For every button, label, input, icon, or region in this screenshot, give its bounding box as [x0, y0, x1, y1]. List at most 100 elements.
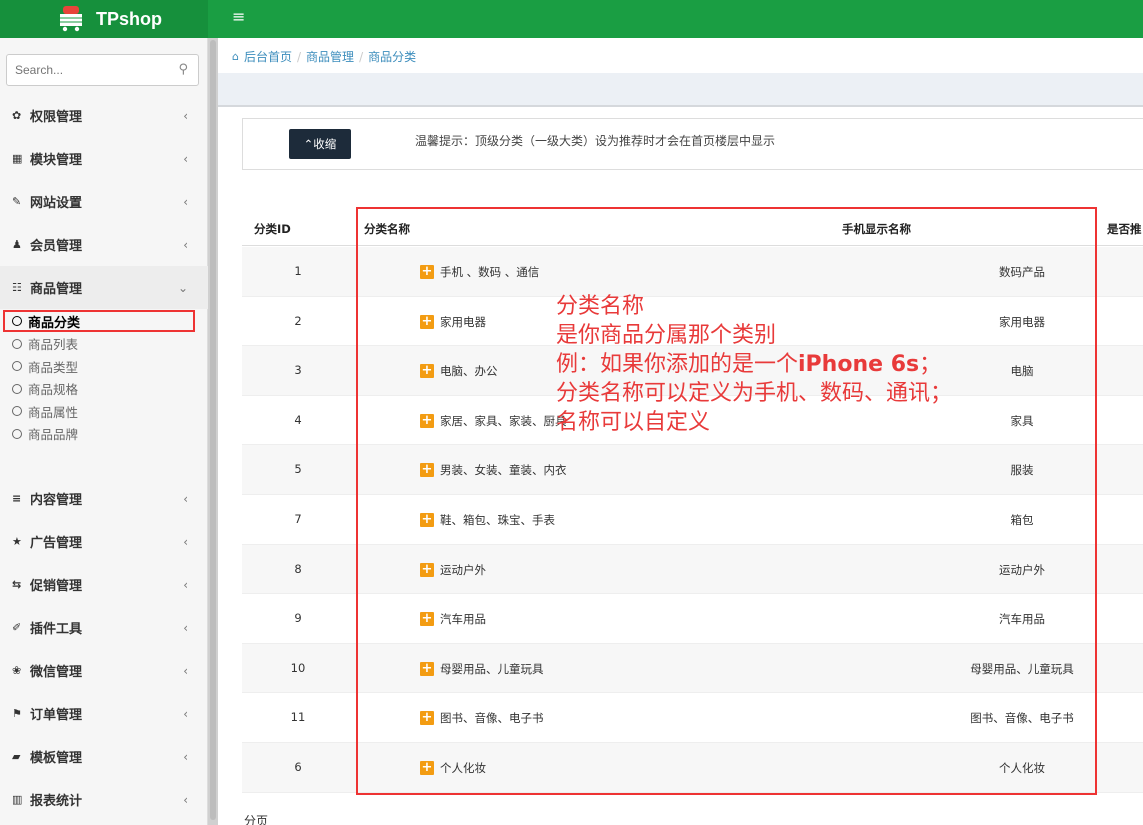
breadcrumb-section[interactable]: 商品管理	[306, 48, 354, 65]
sidebar-item[interactable]: ✿ 权限管理 ‹	[0, 94, 208, 137]
collapse-button[interactable]: ⌃收缩	[289, 129, 351, 159]
header-id: 分类ID	[254, 222, 291, 236]
chevron-icon: ‹	[183, 706, 188, 721]
sidebar-item[interactable]: ▥ 报表统计 ‹	[0, 778, 208, 821]
sidebar-search: ⚲	[6, 54, 199, 86]
nav-icon: ☷	[12, 281, 22, 294]
chevron-icon: ‹	[183, 151, 188, 166]
sidebar-item-label: 插件工具	[30, 622, 83, 637]
sidebar-subitem-label: 商品列表	[28, 337, 79, 352]
nav-icon: ▰	[12, 750, 21, 763]
circle-icon	[12, 361, 22, 371]
pagination: 分页	[244, 814, 269, 825]
home-icon: ⌂	[232, 50, 239, 63]
sidebar-item[interactable]: ❀ 微信管理 ‹	[0, 649, 208, 692]
chevron-icon: ‹	[183, 749, 188, 764]
circle-icon	[12, 338, 22, 349]
sidebar-item-label: 模板管理	[30, 751, 83, 766]
toolbar-band	[218, 73, 1143, 107]
tip-text: 温馨提示：顶级分类（一级大类）设为推荐时才会在首页楼层中显示	[415, 134, 776, 148]
annotation-line: 分类名称可以定义为手机、数码、通讯；	[556, 381, 953, 406]
sidebar-scrollbar-thumb[interactable]	[210, 40, 216, 820]
breadcrumb-page[interactable]: 商品分类	[368, 48, 416, 65]
annotation-line: 分类名称	[556, 294, 645, 319]
sidebar-item[interactable]: ✎ 网站设置 ‹	[0, 180, 208, 223]
sidebar-item-label: 权限管理	[30, 110, 83, 125]
sidebar-subitem[interactable]: 商品类型	[0, 355, 208, 377]
sidebar-item-label: 订单管理	[30, 708, 83, 723]
sidebar-item[interactable]: ⚑ 订单管理 ‹	[0, 692, 208, 735]
chevron-icon: ‹	[183, 792, 188, 807]
sidebar-item[interactable]: ⇆ 促销管理 ‹	[0, 563, 208, 606]
nav-icon: ★	[12, 535, 22, 548]
cell-id: 1	[294, 264, 302, 278]
chevron-icon: ‹	[183, 534, 188, 549]
circle-icon	[12, 406, 22, 416]
cell-id: 7	[294, 512, 302, 526]
sidebar-subitem-label: 商品类型	[28, 359, 79, 375]
chevron-icon: ‹	[183, 237, 188, 252]
sidebar-item-label: 模块管理	[30, 153, 83, 168]
chevron-icon: ⌄	[177, 280, 188, 295]
brand-logo[interactable]: TPshop	[0, 0, 208, 38]
search-icon[interactable]: ⚲	[178, 62, 188, 77]
chevron-icon: ‹	[183, 491, 188, 506]
sidebar-subitem[interactable]: 商品品牌	[0, 423, 208, 445]
nav-icon: ⚑	[12, 707, 22, 720]
nav-icon: ⇆	[12, 578, 22, 591]
sidebar-subitem-label: 商品规格	[28, 382, 79, 397]
nav-icon: ▥	[12, 793, 23, 806]
nav-icon: ♟	[12, 238, 22, 251]
sidebar-item-label: 内容管理	[30, 493, 83, 508]
shopping-cart-icon	[60, 6, 82, 32]
search-input[interactable]	[7, 55, 167, 85]
breadcrumb: ⌂ 后台首页 / 商品管理 / 商品分类	[232, 48, 416, 65]
sidebar-subitem[interactable]: 商品列表	[0, 333, 208, 355]
chevron-icon: ‹	[183, 108, 188, 123]
cell-id: 3	[294, 363, 302, 378]
cell-id: 9	[294, 611, 302, 626]
sidebar-item-label: 报表统计	[30, 794, 83, 809]
sidebar-item-label: 会员管理	[30, 239, 83, 254]
nav-icon: ✿	[12, 109, 22, 122]
sidebar-item[interactable]: ♟ 会员管理 ‹	[0, 223, 208, 266]
nav-icon: ▦	[12, 152, 23, 165]
sidebar-item[interactable]: ★ 广告管理 ‹	[0, 520, 208, 563]
chevron-icon: ‹	[183, 663, 188, 678]
cell-id: 10	[290, 660, 306, 675]
breadcrumb-home[interactable]: 后台首页	[244, 48, 292, 65]
circle-icon	[12, 383, 22, 394]
cell-id: 11	[290, 710, 306, 725]
chevron-icon: ‹	[183, 577, 188, 592]
sidebar-item-label: 网站设置	[30, 196, 83, 211]
header-recommend: 是否推	[1107, 222, 1142, 236]
sidebar-subitem-label: 商品属性	[28, 404, 79, 420]
sidebar-item[interactable]: ☷ 商品管理 ⌄	[0, 266, 208, 309]
annotation-line: 名称可以自定义	[556, 410, 711, 435]
cell-id: 5	[294, 462, 302, 477]
sidebar-item-label: 广告管理	[30, 536, 83, 551]
chevron-icon: ‹	[183, 194, 188, 209]
sidebar-item[interactable]: ✐ 插件工具 ‹	[0, 606, 208, 649]
tip-panel: ⌃收缩 温馨提示：顶级分类（一级大类）设为推荐时才会在首页楼层中显示	[242, 118, 1143, 170]
chevron-icon: ‹	[183, 620, 188, 635]
sidebar-subitem[interactable]: 商品属性	[0, 400, 208, 422]
annotation-line: 是你商品分属那个类别	[556, 323, 777, 348]
breadcrumb-separator: /	[297, 49, 302, 64]
cell-id: 4	[294, 412, 302, 427]
hamburger-icon[interactable]: ≡	[232, 7, 245, 26]
top-navbar: TPshop ≡	[0, 0, 1143, 38]
sidebar-subitem[interactable]: 商品规格	[0, 378, 208, 400]
nav-icon: ✎	[12, 195, 22, 208]
sidebar-item[interactable]: ▦ 模块管理 ‹	[0, 137, 208, 180]
sidebar-item[interactable]: ▰ 模板管理 ‹	[0, 735, 208, 778]
brand-name: TPshop	[96, 8, 162, 29]
nav-icon: ✐	[12, 621, 22, 634]
cell-id: 2	[294, 313, 302, 328]
cell-id: 6	[294, 760, 302, 774]
sidebar-item-label: 促销管理	[30, 579, 83, 594]
sidebar-item-label: 商品管理	[30, 282, 83, 297]
nav-icon: ≡	[12, 492, 22, 505]
cell-id: 8	[294, 561, 302, 576]
sidebar-item[interactable]: ≡ 内容管理 ‹	[0, 477, 208, 520]
